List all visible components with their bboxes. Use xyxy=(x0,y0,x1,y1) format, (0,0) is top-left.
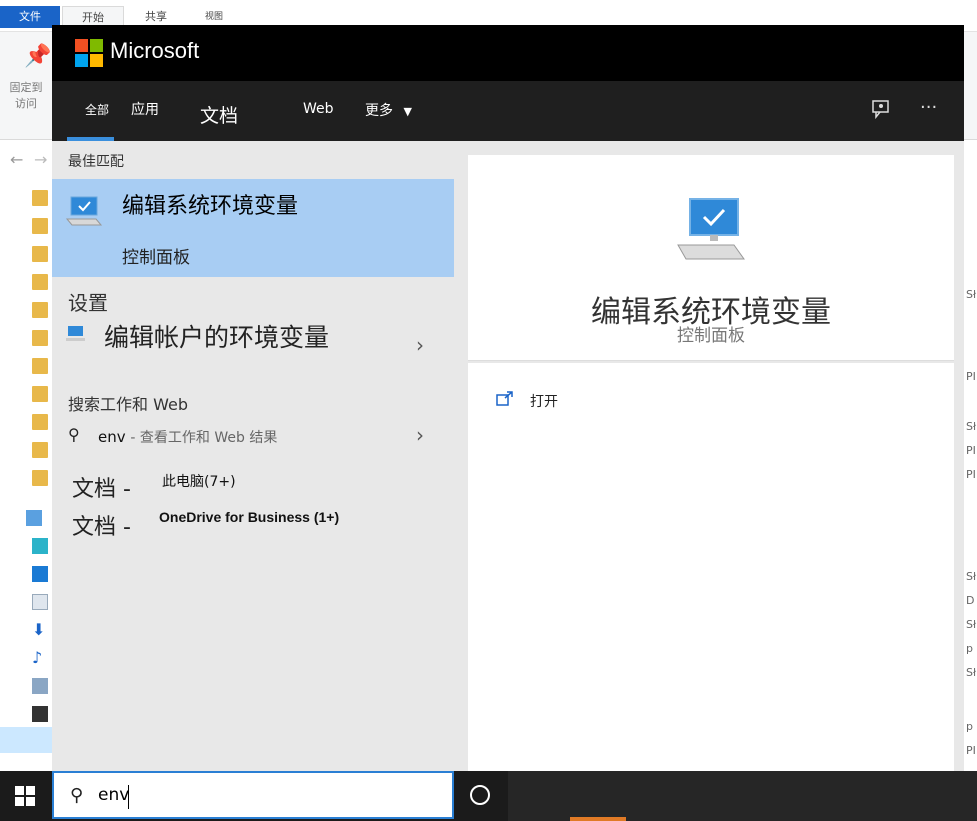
file-type-cell: PI xyxy=(966,468,976,481)
folder-icon[interactable] xyxy=(32,302,48,318)
best-match-subtitle: 控制面板 xyxy=(122,248,190,268)
tab-more[interactable]: 更多 ▼ xyxy=(365,100,412,120)
file-type-cell: Sł xyxy=(966,420,977,433)
document-result[interactable]: 文档 - 此电脑(7+) xyxy=(52,465,454,505)
monitor-icon xyxy=(66,196,102,226)
folder-icon[interactable] xyxy=(32,358,48,374)
preview-card: 编辑系统环境变量 控制面板 xyxy=(468,155,954,361)
chevron-right-icon: › xyxy=(416,423,424,447)
file-type-cell: Sł xyxy=(966,570,977,583)
navigation-pane: ⬇ ♪ xyxy=(0,180,52,780)
feedback-icon[interactable] xyxy=(871,99,891,123)
document-result[interactable]: 文档 - OneDrive for Business (1+) xyxy=(52,505,454,545)
best-match-title: 编辑系统环境变量 xyxy=(122,194,299,219)
folder-icon[interactable] xyxy=(32,414,48,430)
tab-more-label: 更多 xyxy=(365,103,393,119)
desktop-icon[interactable] xyxy=(32,566,48,582)
search-web-header: 搜索工作和 Web xyxy=(68,395,188,414)
search-icon: ⚲ xyxy=(68,425,80,444)
taskbar-apps-area xyxy=(508,771,977,821)
file-type-cell: Sł xyxy=(966,618,977,631)
more-icon[interactable]: ··· xyxy=(920,97,937,118)
web-search-text: env - 查看工作和 Web 结果 xyxy=(98,428,278,446)
preview-subtitle: 控制面板 xyxy=(677,326,745,346)
settings-header: 设置 xyxy=(68,291,108,315)
folder-icon[interactable] xyxy=(32,330,48,346)
chevron-right-icon: › xyxy=(416,333,424,357)
brand-name: Microsoft xyxy=(110,38,200,63)
file-type-cell: PI xyxy=(966,444,976,457)
zip-folder-icon[interactable] xyxy=(32,442,48,458)
pin-icon[interactable]: 📌 xyxy=(24,44,51,69)
music-icon[interactable]: ♪ xyxy=(32,650,48,666)
windows-icon xyxy=(15,786,24,795)
file-type-cell: PI xyxy=(966,744,976,757)
forward-arrow-icon[interactable]: → xyxy=(34,150,47,169)
file-type-cell: Sł xyxy=(966,666,977,679)
folder-icon[interactable] xyxy=(32,274,48,290)
taskbar-search-box[interactable]: ⚲ env xyxy=(52,771,454,819)
videos-icon[interactable] xyxy=(32,706,48,722)
file-type-cell: PI xyxy=(966,370,976,383)
tab-documents[interactable]: 文档 xyxy=(200,101,238,128)
open-icon xyxy=(496,391,514,411)
running-app-indicator xyxy=(570,817,626,821)
file-type-cell: p xyxy=(966,720,973,733)
file-type-cell: p xyxy=(966,642,973,655)
search-tabs: 全部 应用 文档 Web 更多 ▼ ··· xyxy=(52,81,964,141)
downloads-icon[interactable]: ⬇ xyxy=(32,622,48,638)
folder-icon[interactable] xyxy=(32,190,48,206)
results-pane: 最佳匹配 编辑系统环境变量 控制面板 设置 编辑帐户的环境变量 › 搜索工作和 … xyxy=(52,141,454,771)
file-type-cell: D xyxy=(966,594,975,607)
documents-icon[interactable] xyxy=(32,594,48,610)
tab-web[interactable]: Web xyxy=(303,101,334,117)
this-pc-icon[interactable] xyxy=(26,510,42,526)
zip-folder-icon[interactable] xyxy=(32,470,48,486)
back-arrow-icon[interactable]: ← xyxy=(10,150,23,169)
settings-item[interactable]: 编辑帐户的环境变量 › xyxy=(52,321,454,381)
taskbar: ⚲ env xyxy=(0,771,977,821)
pictures-icon[interactable] xyxy=(32,678,48,694)
document-label: 文档 - xyxy=(72,515,131,540)
web-search-item[interactable]: ⚲ env - 查看工作和 Web 结果 › xyxy=(52,421,454,457)
file-type-cell: Sł xyxy=(966,288,977,301)
microsoft-logo xyxy=(75,39,103,67)
tab-all[interactable]: 全部 xyxy=(85,101,109,118)
document-label: 文档 - xyxy=(72,477,131,502)
open-label: 打开 xyxy=(530,394,558,410)
folder-icon[interactable] xyxy=(32,218,48,234)
best-match-header: 最佳匹配 xyxy=(68,154,124,170)
3d-objects-icon[interactable] xyxy=(32,538,48,554)
monitor-icon xyxy=(677,198,745,260)
preview-pane: 编辑系统环境变量 控制面板 打开 xyxy=(454,141,964,771)
folder-icon[interactable] xyxy=(32,386,48,402)
start-menu: Microsoft 全部 应用 文档 Web 更多 ▼ ··· 最佳匹配 编辑系… xyxy=(52,25,964,771)
preview-actions: 打开 xyxy=(468,363,954,771)
best-match-item[interactable]: 编辑系统环境变量 控制面板 xyxy=(52,179,454,277)
start-button[interactable] xyxy=(0,771,52,821)
tab-file[interactable]: 文件 xyxy=(0,6,60,28)
tab-apps[interactable]: 应用 xyxy=(131,99,159,119)
folder-icon[interactable] xyxy=(32,246,48,262)
open-action[interactable]: 打开 xyxy=(468,363,668,423)
document-detail: 此电脑(7+) xyxy=(162,474,236,490)
monitor-icon xyxy=(66,326,85,341)
chevron-down-icon: ▼ xyxy=(403,105,412,118)
nav-selected-item[interactable] xyxy=(0,727,52,753)
search-icon: ⚲ xyxy=(70,785,84,806)
text-cursor xyxy=(128,785,129,809)
search-input[interactable]: env xyxy=(98,785,398,809)
settings-item-title: 编辑帐户的环境变量 xyxy=(104,323,330,352)
cortana-icon[interactable] xyxy=(470,785,490,805)
document-detail: OneDrive for Business (1+) xyxy=(159,509,340,525)
start-header: Microsoft xyxy=(52,25,964,81)
pin-label: 固定到 访问 xyxy=(9,81,43,110)
